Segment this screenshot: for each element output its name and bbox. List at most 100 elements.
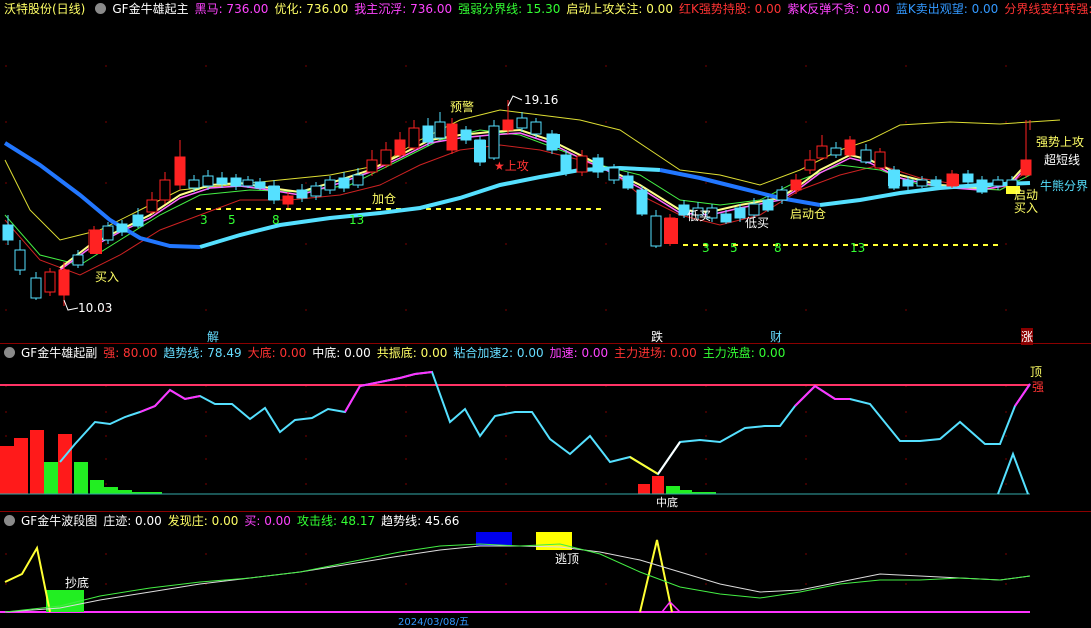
main-value-7: 蓝K卖出观望: 0.00 [895,2,999,16]
candle-body-33 [460,129,472,141]
sub1-value-7: 主力进场: 0.00 [614,346,697,360]
candle-body-3 [44,271,56,293]
bottom-bar-3 [680,490,692,494]
candle-body-41 [576,155,588,173]
candle-body-8 [116,223,128,233]
sub1-value-6: 加速: 0.00 [549,346,609,360]
candle-body-45 [636,189,648,215]
candle-body-25 [352,174,364,186]
main-chart-panel[interactable]: 沃特股份(日线) GF金牛雄起主 黑马: 736.00 优化: 736.00 我主沉浮:… [0,0,1091,345]
qiang-label: 强 [1032,380,1045,394]
candle-body-14 [202,175,214,187]
main-value-1: 优化: 736.00 [274,2,349,16]
candle-body-13 [188,179,200,189]
candle-body-56 [790,179,802,191]
stock-title: 沃特股份(日线) [4,2,86,16]
indicator-name[interactable]: GF金牛雄起主 [112,2,188,16]
sub2-value-3: 攻击线: 48.17 [296,514,376,528]
wash-bar-4 [118,490,132,494]
candle-body-60 [844,139,856,156]
main-value-8: 分界线变红转强: 1!◇ [1004,2,1091,16]
gear-icon[interactable] [4,515,15,526]
attack-line [4,543,1031,613]
candle-body-70 [992,179,1004,187]
sub-chart-1[interactable] [0,344,1091,511]
sub1-value-3: 中底: 0.00 [312,346,371,360]
gear-icon[interactable] [95,3,107,14]
candle-body-42 [592,157,604,173]
resonance-seg [629,456,659,475]
main-value-0: 黑马: 736.00 [194,2,269,16]
candle-body-28 [394,139,406,156]
candle-body-24 [338,177,350,189]
candle-body-59 [830,147,842,156]
mairu-label-2: 买入 [1014,201,1039,215]
low-price-label: 10.03 [78,301,113,315]
candle-body-55 [776,189,788,201]
mairu-label: 买入 [95,270,120,284]
dimai-label-2: 低买 [745,216,770,230]
wash-bar-0 [44,462,58,494]
count1-1: 5 [228,213,236,227]
sub1-indicator-name[interactable]: GF金牛雄起副 [21,346,97,360]
shanggong-label: ★上攻 [494,159,529,173]
candle-body-65 [916,179,928,187]
candle-body-66 [930,179,942,187]
count1-2: 8 [272,213,280,227]
count1-3: 13 [349,213,365,227]
jiacang-label: 加仓 [372,192,397,206]
main-value-6: 紫K反弹不贪: 0.00 [787,2,890,16]
candle-body-29 [408,127,420,149]
candle-body-35 [488,125,500,159]
candle-body-32 [446,123,458,151]
candle-body-38 [530,121,542,135]
sub1-value-1: 趋势线: 78.49 [163,346,242,360]
candle-body-62 [874,151,886,169]
accel-seg-2 [344,371,433,413]
sub1-value-5: 粘合加速2: 0.00 [453,346,544,360]
candle-body-15 [216,177,228,185]
candle-body-61 [860,149,872,163]
bottom-bar-2 [666,486,680,494]
mid-bottom-seg [657,441,681,475]
bottom-bar-0 [638,484,650,494]
wash-bar-1 [74,462,88,494]
highlight-box-2 [474,140,486,162]
sub2-value-2: 买: 0.00 [244,514,291,528]
main-price-chart[interactable] [0,0,1091,343]
count2-2: 8 [774,241,782,255]
count2-1: 5 [730,241,738,255]
sub-indicator-panel-1[interactable]: GF金牛雄起副 强: 80.00 趋势线: 78.49 大底: 0.00 中底: 0.0… [0,344,1091,511]
count2-3: 13 [850,241,866,255]
candle-body-12 [174,156,186,186]
low-arrow [63,299,79,311]
sub1-value-4: 共振底: 0.00 [376,346,448,360]
indicator-values: 黑马: 736.00 优化: 736.00 我主沉浮: 736.00 强弱分界线: 1… [195,2,1091,16]
trend-line-white [4,545,1031,613]
sub1-indicator-values: 强: 80.00 趋势线: 78.49 大底: 0.00 中底: 0.00 共振底: 0… [103,346,791,360]
chaoduan-label: 超短线 [1044,153,1081,167]
candle-body-4 [58,269,70,296]
sub-indicator-panel-2[interactable]: GF金牛波段图 庄迹: 0.00 发现庄: 0.00 买: 0.00 攻击线: 48.1… [0,512,1091,628]
count1-0: 3 [200,213,208,227]
candle-body-27 [380,149,392,166]
sub1-value-0: 强: 80.00 [103,346,158,360]
candle-body-5 [72,254,84,266]
sub2-indicator-name[interactable]: GF金牛波段图 [21,514,97,528]
find-zhuang-1 [4,545,51,613]
count2-0: 3 [702,241,710,255]
main-value-4: 启动上攻关注: 0.00 [566,2,673,16]
gear-icon[interactable] [4,347,15,358]
candle-body-26 [366,159,378,173]
candle-body-68 [962,173,974,183]
candle-body-37 [516,117,528,129]
candle-body-20 [282,195,294,205]
highlight-box-4 [664,218,678,244]
accel-seg-3 [794,384,850,407]
main-header: 沃特股份(日线) GF金牛雄起主 黑马: 736.00 优化: 736.00 我主沉浮:… [0,0,1091,18]
main-force-bar-4 [58,434,72,494]
yujing-label: 预警 [450,100,475,114]
trend-line-cyan-1 [199,165,661,249]
candle-body-9 [132,214,144,227]
sub1-header: GF金牛雄起副 强: 80.00 趋势线: 78.49 大底: 0.00 中底: 0.0… [0,344,797,362]
